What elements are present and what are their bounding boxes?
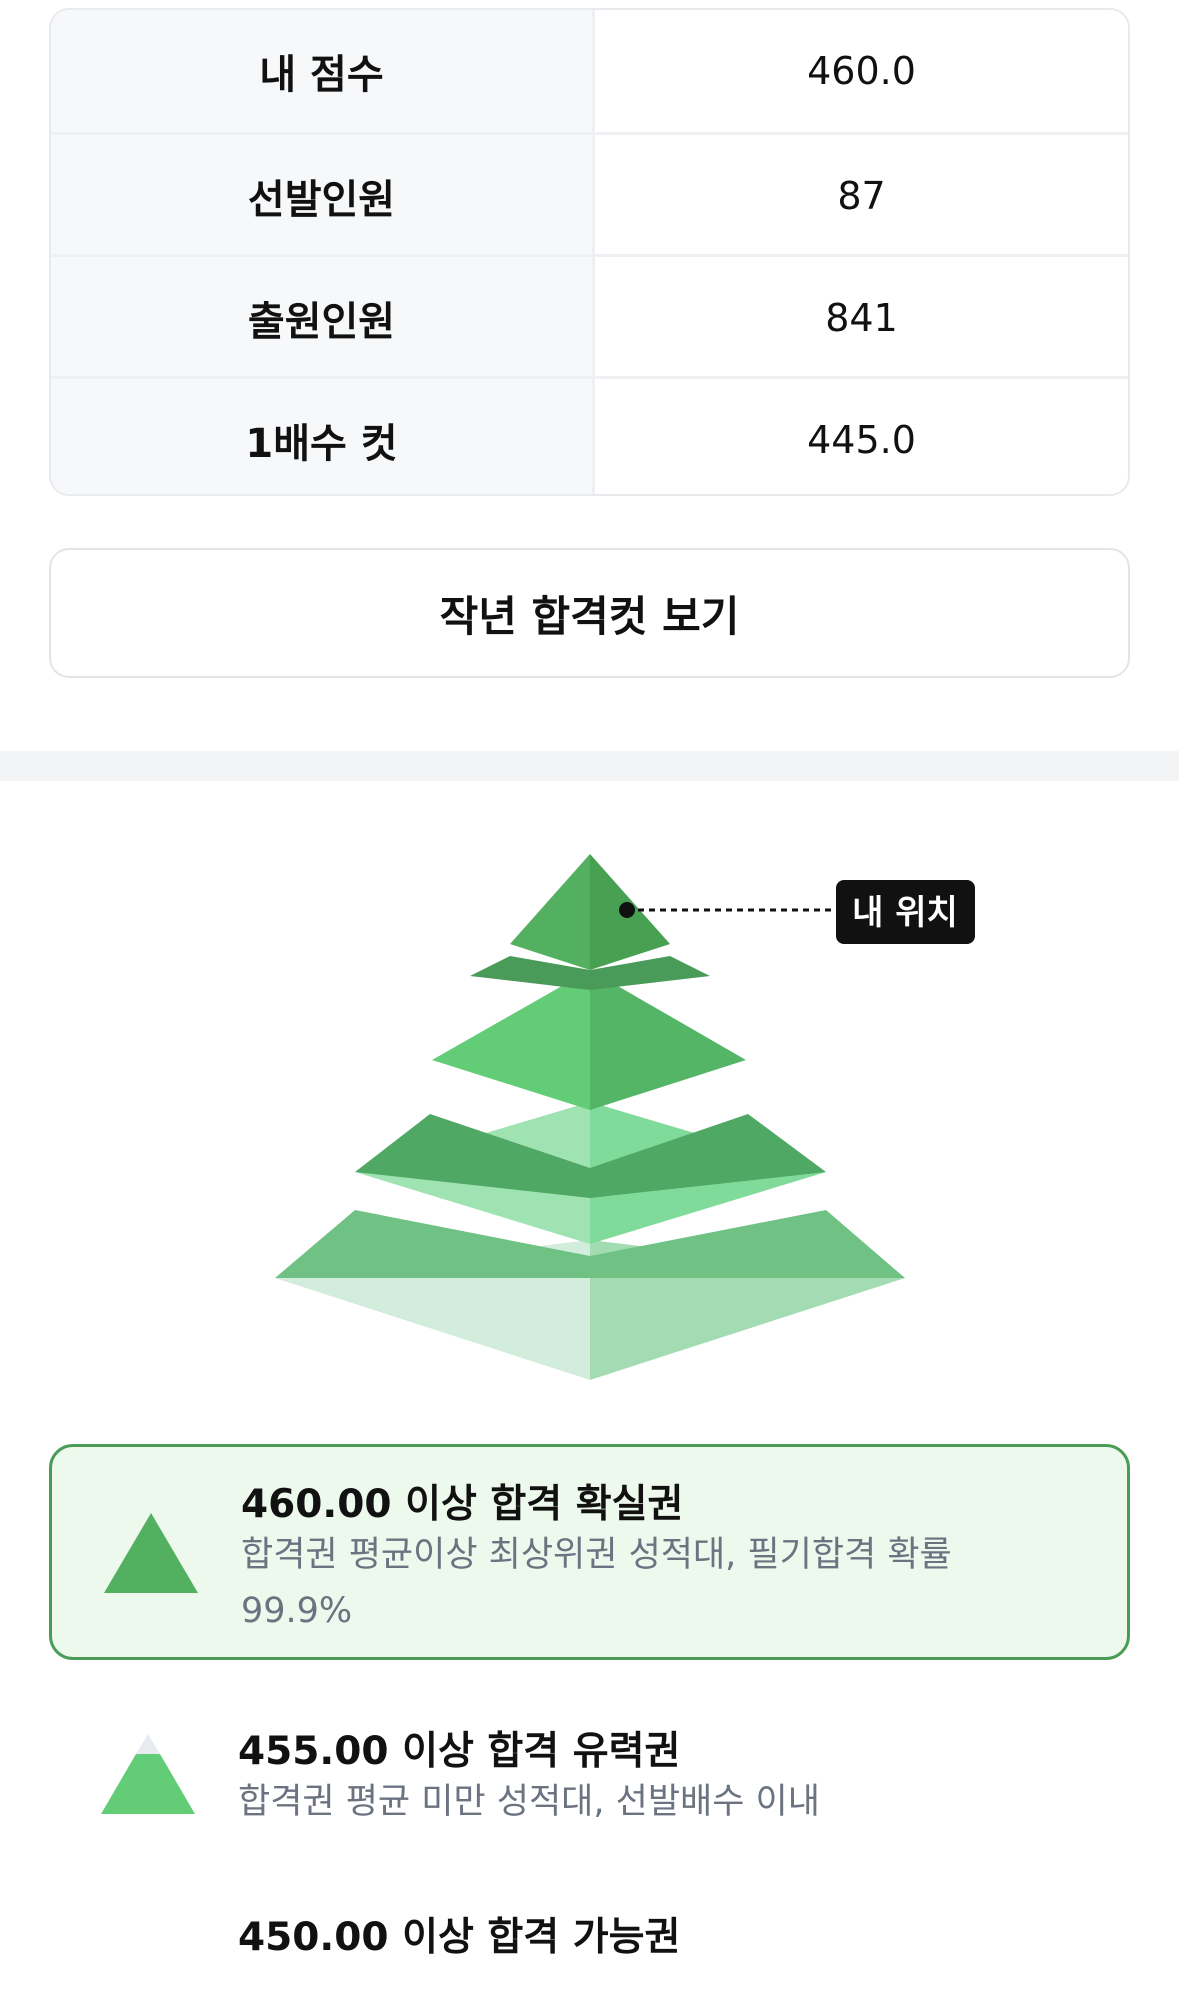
triangle-icon (104, 1513, 198, 1593)
view-last-year-cutoff-button[interactable]: 작년 합격컷 보기 (49, 548, 1130, 678)
section-divider (0, 751, 1179, 781)
selection-count-label: 선발인원 (51, 135, 592, 257)
score-stats-table: 내 점수 460.0 선발인원 87 출원인원 841 1배수 컷 445.0 (49, 8, 1130, 496)
cutoff-1x-label: 1배수 컷 (51, 379, 592, 494)
rank-pyramid: 내 위치 (275, 854, 975, 1380)
my-score-label: 내 점수 (51, 10, 592, 132)
table-row: 선발인원 87 (51, 132, 1128, 257)
pyramid-tier-2 (432, 956, 746, 1110)
table-row: 1배수 컷 445.0 (51, 376, 1128, 494)
my-position-label: 내 위치 (852, 893, 958, 933)
applicant-count-value: 841 (592, 257, 1128, 379)
tier-title: 450.00 이상 합격 가능권 (238, 1915, 681, 1960)
selection-count-value: 87 (592, 135, 1128, 257)
table-row: 내 점수 460.0 (51, 10, 1128, 132)
tier-title: 460.00 이상 합격 확실권 (241, 1482, 684, 1527)
tier-certain-pass[interactable]: 460.00 이상 합격 확실권 합격권 평균이상 최상위권 성적대, 필기합격… (49, 1444, 1130, 1660)
pyramid-tier-3 (355, 1102, 826, 1244)
table-row: 출원인원 841 (51, 254, 1128, 379)
tier-description: 합격권 평균이상 최상위권 성적대, 필기합격 확률 99.9% (241, 1535, 952, 1631)
applicant-count-label: 출원인원 (51, 257, 592, 379)
tier-title: 455.00 이상 합격 유력권 (238, 1729, 681, 1774)
triangle-icon (101, 1734, 195, 1814)
tier-description: 합격권 평균 미만 성적대, 선발배수 이내 (238, 1782, 820, 1822)
tier-likely-pass[interactable]: 455.00 이상 합격 유력권 합격권 평균 미만 성적대, 선발배수 이내 (49, 1690, 1130, 1830)
cutoff-1x-value: 445.0 (592, 379, 1128, 494)
my-score-value: 460.0 (592, 10, 1128, 132)
pyramid-tier-1 (510, 854, 670, 970)
tier-possible-pass[interactable]: 450.00 이상 합격 가능권 (49, 1880, 1130, 2000)
